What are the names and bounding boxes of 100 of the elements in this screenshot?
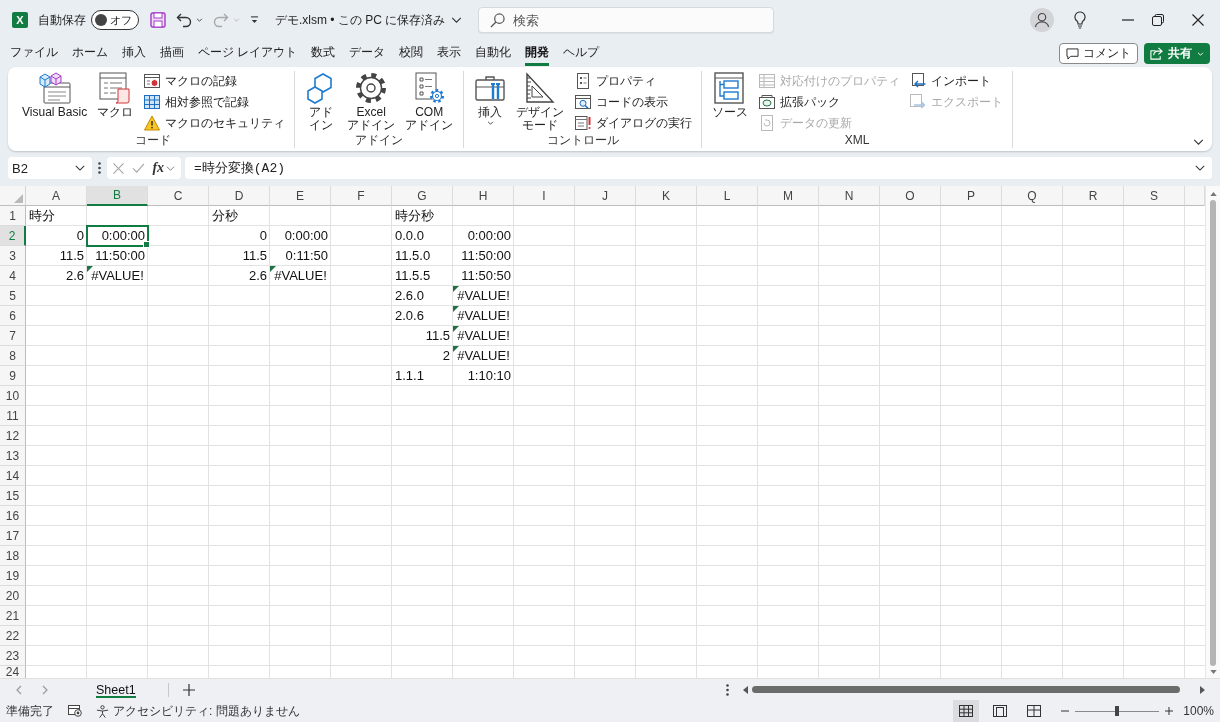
lightbulb-button[interactable]	[1074, 11, 1086, 29]
row-header[interactable]: 23	[0, 646, 26, 666]
row-header[interactable]: 12	[0, 426, 26, 446]
spreadsheet-cell[interactable]: 0:00:00	[87, 226, 148, 246]
row-header[interactable]: 14	[0, 466, 26, 486]
search-field[interactable]: 検索	[478, 7, 775, 33]
triangle-left-icon[interactable]	[743, 685, 748, 694]
row-header[interactable]: 3	[0, 246, 26, 266]
ribbon-button[interactable]: インポート	[907, 71, 1007, 91]
column-header[interactable]: B	[87, 186, 148, 206]
column-header[interactable]: G	[392, 186, 453, 206]
ribbon-button[interactable]: プロパティ	[572, 71, 696, 91]
zoom-level-button[interactable]: 100%	[1183, 704, 1214, 718]
row-header[interactable]: 9	[0, 366, 26, 386]
triangle-up-icon[interactable]	[1209, 192, 1217, 196]
vertical-dots-icon[interactable]	[98, 162, 101, 174]
row-header[interactable]: 20	[0, 586, 26, 606]
vertical-scrollbar[interactable]	[1205, 186, 1220, 678]
column-header[interactable]: N	[819, 186, 880, 206]
zoom-slider-thumb[interactable]	[1115, 706, 1120, 716]
ribbon-tab[interactable]: 表示	[430, 41, 469, 66]
collapse-ribbon-button[interactable]	[1193, 139, 1204, 145]
ribbon-tab[interactable]: ホーム	[65, 41, 115, 66]
autosave-toggle[interactable]: オフ	[91, 10, 139, 30]
row-header[interactable]: 6	[0, 306, 26, 326]
column-header[interactable]: F	[331, 186, 392, 206]
row-header[interactable]: 10	[0, 386, 26, 406]
ribbon-tab[interactable]: ページ レイアウト	[191, 41, 305, 66]
accessibility-button[interactable]: アクセシビリティ: 問題ありません	[96, 702, 300, 720]
row-header[interactable]: 11	[0, 406, 26, 426]
ribbon-button[interactable]: COM アドイン	[401, 71, 458, 133]
restore-button[interactable]	[1152, 14, 1164, 26]
row-header[interactable]: 8	[0, 346, 26, 366]
ribbon-tab[interactable]: 校閲	[392, 41, 431, 66]
row-header[interactable]: 21	[0, 606, 26, 626]
document-title-button[interactable]: デモ.xlsm • この PC に保存済み	[275, 11, 463, 29]
comment-button[interactable]: コメント	[1059, 43, 1138, 64]
row-header[interactable]: 22	[0, 626, 26, 646]
scrollbar-thumb[interactable]	[1210, 200, 1216, 666]
column-header[interactable]: A	[26, 186, 87, 206]
ribbon-button[interactable]: マクロ	[93, 71, 138, 133]
ribbon-button[interactable]: マクロのセキュリティ	[141, 113, 289, 133]
column-header[interactable]: J	[575, 186, 636, 206]
ribbon-button[interactable]: 挿入	[470, 71, 511, 133]
column-header[interactable]: I	[514, 186, 575, 206]
column-header[interactable]: S	[1124, 186, 1185, 206]
column-header[interactable]: D	[209, 186, 270, 206]
ribbon-button[interactable]: Excel アドイン	[343, 71, 400, 133]
row-header[interactable]: 13	[0, 446, 26, 466]
row-header[interactable]: 4	[0, 266, 26, 286]
macro-record-button[interactable]	[68, 705, 82, 717]
column-header[interactable]: Q	[1002, 186, 1063, 206]
row-header[interactable]: 15	[0, 486, 26, 506]
row-header[interactable]: 18	[0, 546, 26, 566]
ribbon-button[interactable]: デザイン モード	[512, 71, 569, 133]
zoom-slider[interactable]	[1075, 706, 1160, 716]
close-button[interactable]	[1192, 14, 1204, 26]
spreadsheet-cell[interactable]: 時分	[26, 206, 87, 226]
ribbon-button[interactable]: コードの表示	[572, 92, 696, 112]
column-header[interactable]: R	[1063, 186, 1124, 206]
customize-toolbar-button[interactable]	[248, 14, 261, 26]
account-button[interactable]	[1030, 8, 1054, 32]
add-sheet-button[interactable]	[182, 683, 195, 696]
fill-handle[interactable]	[143, 241, 150, 248]
row-header[interactable]: 24	[0, 666, 26, 678]
column-header[interactable]: E	[270, 186, 331, 206]
column-header[interactable]: P	[941, 186, 1002, 206]
ribbon-tab[interactable]: データ	[342, 41, 393, 66]
ribbon-button[interactable]: 拡張パック	[756, 92, 904, 112]
share-button[interactable]: 共有	[1144, 43, 1210, 64]
ribbon-tab[interactable]: 自動化	[468, 41, 519, 66]
row-header[interactable]: 1	[0, 206, 26, 226]
formula-field[interactable]: =時分変換(A2)	[185, 157, 1212, 179]
ribbon-tab[interactable]: ファイル	[3, 41, 65, 66]
scrollbar-thumb[interactable]	[752, 686, 1180, 693]
ribbon-tab[interactable]: ヘルプ	[556, 41, 607, 66]
column-header[interactable]: M	[758, 186, 819, 206]
column-header[interactable]: H	[453, 186, 514, 206]
name-box[interactable]: B2	[8, 157, 92, 179]
column-header[interactable]: O	[880, 186, 941, 206]
ribbon-tab[interactable]: 挿入	[115, 41, 153, 66]
vertical-dots-icon[interactable]	[726, 683, 729, 696]
row-header[interactable]: 5	[0, 286, 26, 306]
row-header[interactable]: 19	[0, 566, 26, 586]
row-header[interactable]: 16	[0, 506, 26, 526]
ribbon-button[interactable]: ダイアログの実行	[572, 113, 696, 133]
ribbon-button[interactable]: Visual Basic	[18, 71, 92, 133]
save-button[interactable]	[148, 10, 168, 30]
ribbon-tab[interactable]: 描画	[153, 41, 191, 66]
ribbon-button[interactable]: マクロの記録	[141, 71, 289, 91]
ribbon-tab[interactable]: 数式	[304, 41, 343, 66]
column-header[interactable]: K	[636, 186, 697, 206]
row-header[interactable]: 2	[0, 226, 26, 246]
column-header[interactable]: C	[148, 186, 209, 206]
ribbon-button[interactable]: アド イン	[301, 71, 342, 133]
ribbon-button[interactable]: 相対参照で記録	[141, 92, 289, 112]
zoom-in-button[interactable]	[1165, 707, 1174, 715]
triangle-down-icon[interactable]	[1209, 670, 1217, 674]
triangle-right-icon[interactable]	[1200, 685, 1205, 694]
normal-view-button[interactable]	[953, 700, 980, 722]
